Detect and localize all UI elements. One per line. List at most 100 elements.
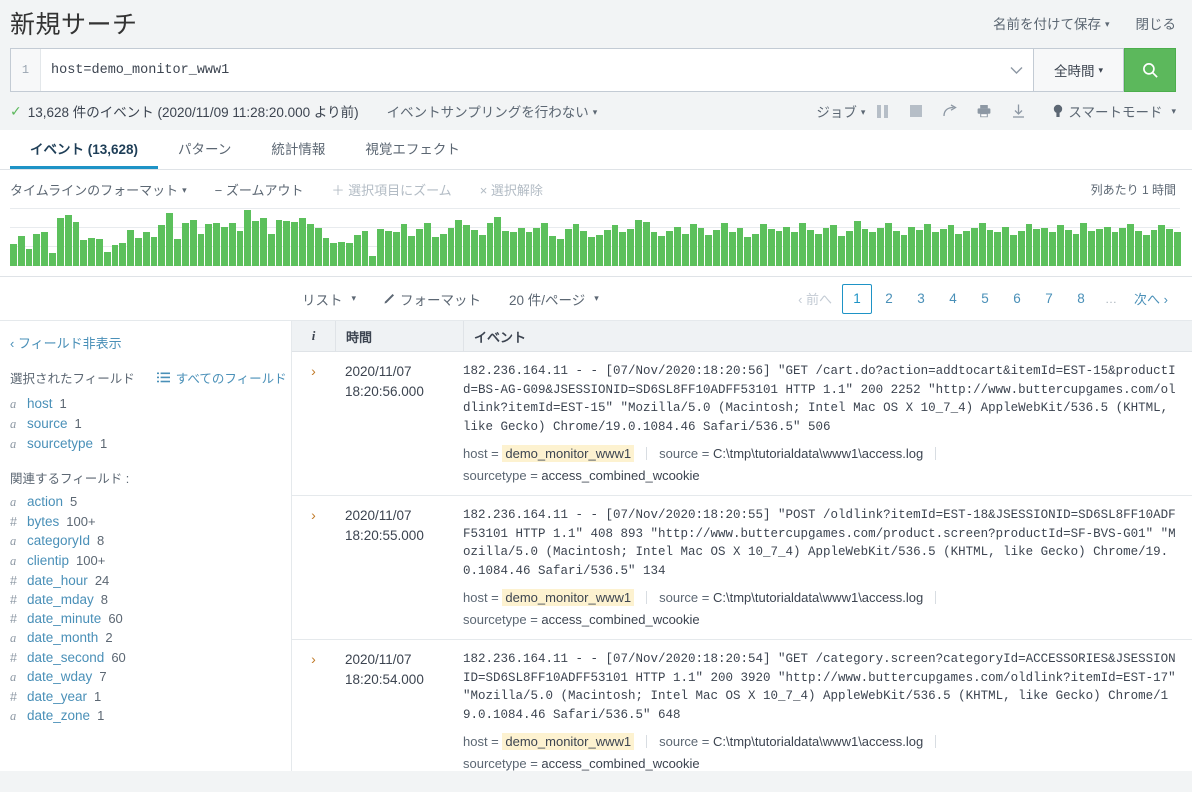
timeline-bar[interactable] bbox=[564, 228, 572, 266]
field-key-host-pair[interactable]: host = demo_monitor_www1 bbox=[463, 733, 635, 750]
timeline-bar[interactable] bbox=[955, 233, 963, 266]
all-fields-button[interactable]: すべてのフィールド bbox=[156, 368, 287, 387]
timeline-bar[interactable] bbox=[900, 234, 908, 266]
timeline-bar[interactable] bbox=[931, 232, 939, 266]
timeline-bar[interactable] bbox=[158, 225, 166, 266]
timeline-bar[interactable] bbox=[713, 230, 720, 266]
timeline-bar[interactable] bbox=[291, 221, 299, 266]
timeline-bar[interactable] bbox=[1150, 230, 1158, 266]
timeline-bar[interactable] bbox=[595, 234, 603, 266]
field-value-source[interactable]: C:\tmp\tutorialdata\www1\access.log bbox=[713, 590, 923, 605]
field-item-date_year[interactable]: # date_year 1 bbox=[10, 687, 291, 706]
timeline-bar[interactable] bbox=[299, 218, 306, 266]
timeline-bar[interactable] bbox=[588, 237, 595, 266]
pause-icon[interactable] bbox=[865, 98, 899, 124]
timeline-bar[interactable] bbox=[502, 231, 509, 266]
event-timestamp[interactable]: 2020/11/07 18:20:54.000 bbox=[335, 650, 463, 771]
timeline-bar[interactable] bbox=[924, 224, 931, 266]
column-header-event[interactable]: イベント bbox=[463, 321, 1192, 351]
timeline-bar[interactable] bbox=[978, 223, 986, 266]
timeline-bar[interactable] bbox=[822, 227, 830, 266]
timeline-bar[interactable] bbox=[174, 239, 181, 266]
timeline-bar[interactable] bbox=[252, 220, 259, 266]
timeline-bar[interactable] bbox=[119, 242, 127, 266]
timeline-bar[interactable] bbox=[510, 232, 517, 266]
timeline-bar[interactable] bbox=[869, 232, 877, 266]
timeline-bar[interactable] bbox=[1080, 223, 1088, 266]
event-timestamp[interactable]: 2020/11/07 18:20:55.000 bbox=[335, 506, 463, 631]
timeline-bar[interactable] bbox=[1166, 228, 1174, 266]
timeline-bar[interactable] bbox=[845, 231, 853, 266]
column-header-time[interactable]: 時間 bbox=[335, 321, 463, 351]
timeline-bar[interactable] bbox=[478, 234, 486, 266]
timeline-bar[interactable] bbox=[455, 219, 463, 266]
field-item-action[interactable]: a action 5 bbox=[10, 492, 291, 512]
page-button-6[interactable]: 6 bbox=[1002, 284, 1032, 314]
timeline-bar[interactable] bbox=[494, 217, 502, 266]
event-sampling-dropdown[interactable]: イベントサンプリングを行わない ▾ bbox=[387, 101, 598, 121]
chevron-right-icon[interactable]: › bbox=[292, 506, 335, 631]
timeline-bar[interactable] bbox=[806, 230, 814, 266]
timeline-bar[interactable] bbox=[25, 248, 33, 266]
timeline-bar[interactable] bbox=[1002, 226, 1009, 266]
timeline-bar[interactable] bbox=[1010, 234, 1017, 266]
tab-3[interactable]: 視覚エフェクト bbox=[345, 130, 480, 169]
field-value-source[interactable]: C:\tmp\tutorialdata\www1\access.log bbox=[713, 734, 923, 749]
timeline-bar[interactable] bbox=[1119, 227, 1127, 266]
timeline-bar[interactable] bbox=[1072, 233, 1080, 266]
timeline-format-dropdown[interactable]: タイムラインのフォーマット ▾ bbox=[10, 180, 187, 199]
timeline-bar[interactable] bbox=[275, 219, 283, 266]
timeline-bar[interactable] bbox=[72, 221, 80, 266]
timeline-bar[interactable] bbox=[10, 243, 17, 266]
field-key-source-pair[interactable]: source = C:\tmp\tutorialdata\www1\access… bbox=[659, 734, 923, 749]
timeline-bar[interactable] bbox=[1049, 232, 1056, 266]
timeline-bar[interactable] bbox=[416, 228, 424, 266]
field-key-sourcetype-pair[interactable]: sourcetype = access_combined_wcookie bbox=[463, 612, 700, 627]
timeline-bar[interactable] bbox=[1064, 230, 1072, 266]
timeline-bar[interactable] bbox=[517, 227, 525, 266]
timeline-bar[interactable] bbox=[408, 235, 416, 266]
timeline-bar[interactable] bbox=[353, 234, 361, 266]
timeline-bar[interactable] bbox=[17, 235, 25, 266]
timeline-bar[interactable] bbox=[916, 230, 924, 266]
timeline-bar[interactable] bbox=[486, 223, 494, 266]
timeline-bar[interactable] bbox=[892, 231, 900, 266]
search-input-box[interactable]: 1 host=demo_monitor_www1 bbox=[10, 48, 1034, 92]
timeline-bar[interactable] bbox=[549, 235, 556, 266]
timeline-bar[interactable] bbox=[838, 235, 845, 266]
timeline-bar[interactable] bbox=[463, 225, 470, 266]
field-key-host-pair[interactable]: host = demo_monitor_www1 bbox=[463, 589, 635, 606]
timeline-bar[interactable] bbox=[642, 221, 650, 266]
timeline-bar[interactable] bbox=[908, 226, 916, 266]
timeline-bar[interactable] bbox=[338, 241, 345, 266]
print-icon[interactable] bbox=[967, 98, 1001, 124]
timeline-bar[interactable] bbox=[361, 231, 369, 266]
field-item-date_second[interactable]: # date_second 60 bbox=[10, 648, 291, 667]
zoom-out-button[interactable]: − ズームアウト bbox=[215, 180, 304, 199]
chevron-right-icon[interactable]: › bbox=[292, 650, 335, 771]
timeline-bar[interactable] bbox=[135, 238, 142, 266]
timeline-bar[interactable] bbox=[783, 226, 791, 266]
timeline-bar[interactable] bbox=[166, 212, 174, 266]
timeline-bar[interactable] bbox=[744, 237, 752, 266]
list-view-dropdown[interactable]: リスト ▾ bbox=[302, 289, 356, 309]
timeline-bar[interactable] bbox=[1142, 234, 1150, 266]
field-item-host[interactable]: a host 1 bbox=[10, 394, 291, 414]
timeline-bar[interactable] bbox=[939, 228, 947, 266]
timeline-bar[interactable] bbox=[830, 225, 838, 266]
timeline-bar[interactable] bbox=[220, 226, 228, 266]
timeline-bar[interactable] bbox=[33, 233, 41, 266]
timeline-bar[interactable] bbox=[877, 227, 884, 266]
field-key-sourcetype-pair[interactable]: sourcetype = access_combined_wcookie bbox=[463, 756, 700, 771]
timeline-bar[interactable] bbox=[666, 231, 674, 266]
field-item-categoryId[interactable]: a categoryId 8 bbox=[10, 531, 291, 551]
next-page-button[interactable]: 次へ › bbox=[1126, 285, 1176, 312]
stop-icon[interactable] bbox=[899, 98, 933, 124]
hide-fields-button[interactable]: ‹ フィールド非表示 bbox=[10, 333, 291, 352]
timeline-bar[interactable] bbox=[720, 223, 728, 266]
timeline-bar[interactable] bbox=[111, 245, 119, 266]
timeline-bar[interactable] bbox=[228, 223, 236, 266]
job-dropdown[interactable]: ジョブ ▾ bbox=[816, 101, 865, 121]
timeline-bar[interactable] bbox=[728, 232, 736, 266]
field-key-sourcetype-pair[interactable]: sourcetype = access_combined_wcookie bbox=[463, 468, 700, 483]
